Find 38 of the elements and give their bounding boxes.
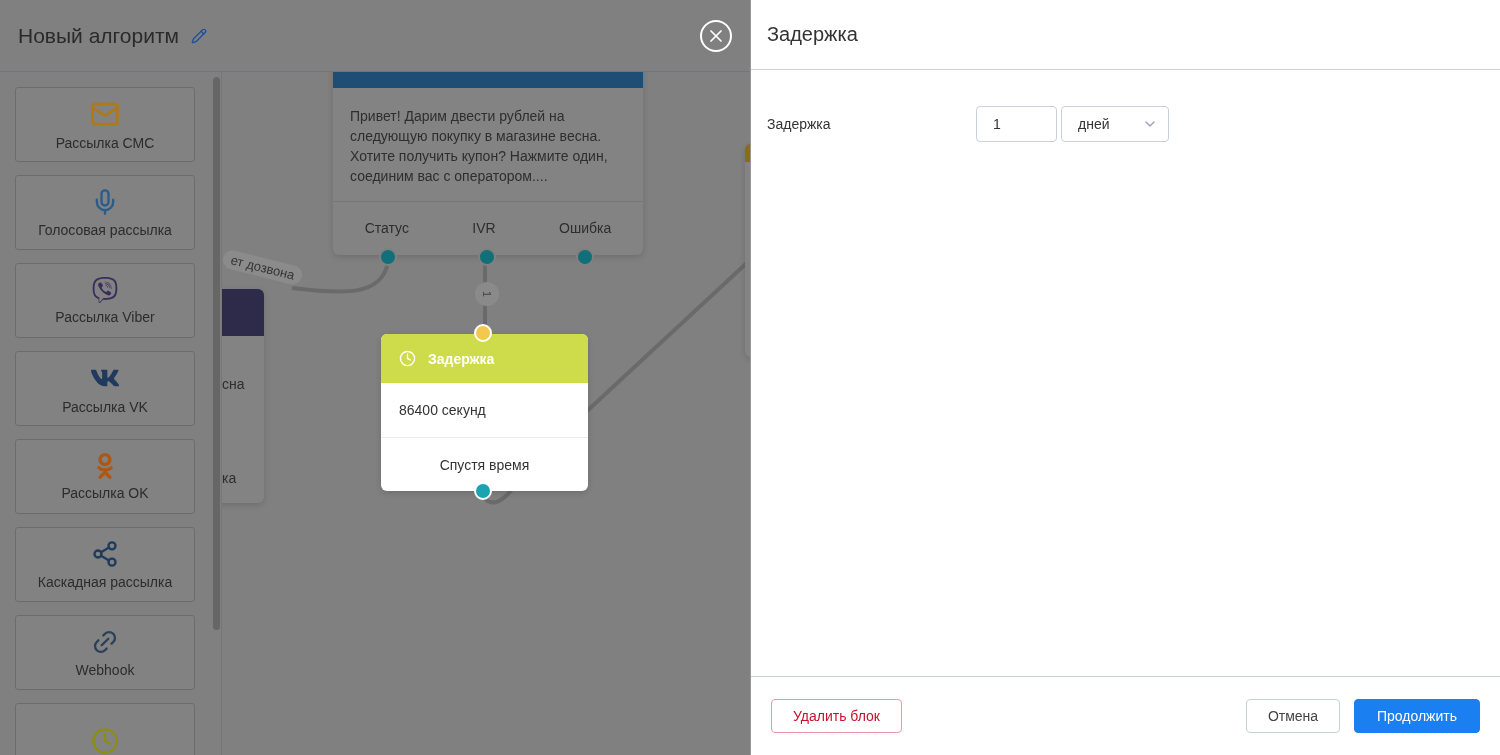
output-label: IVR (472, 220, 496, 236)
palette-item[interactable]: Webhook (15, 615, 195, 690)
delay-value: 86400 секунд (381, 383, 588, 438)
message-text: Привет! Дарим двести рублей на следующую покупку в магазине весна. Хотите получить купон? Нажмите один, соединим вас с оператором.... (333, 88, 643, 202)
node-text: ка (222, 470, 237, 486)
node-text: сна (222, 376, 245, 392)
algorithm-title: Новый алгоритм (18, 23, 179, 48)
output-label: Спустя время (438, 456, 531, 475)
scrollbar[interactable] (213, 77, 220, 630)
clock-icon (399, 350, 416, 367)
delete-button[interactable]: Удалить блок (771, 699, 902, 733)
cancel-button[interactable]: Отмена (1246, 699, 1340, 733)
edge-badge: 1 (475, 282, 499, 306)
panel-title: Задержка (767, 23, 858, 46)
node-title: Задержка (428, 350, 495, 367)
field-label: Задержка (767, 115, 832, 134)
palette-item[interactable]: Рассылка VK (15, 351, 195, 426)
unit-dropdown[interactable]: дней (1061, 106, 1169, 142)
palette-item[interactable]: Рассылка СМС (15, 87, 195, 162)
palette-item[interactable]: Каскадная рассылка (15, 527, 195, 602)
share-icon (91, 539, 119, 568)
phone-bubble-icon (92, 276, 118, 303)
delay-node[interactable]: Задержка 86400 секунд Спустя время (381, 334, 588, 491)
node-header (222, 289, 264, 336)
clock-icon (91, 726, 119, 755)
close-button[interactable] (700, 19, 732, 52)
message-node[interactable]: Привет! Дарим двести рублей на следующую покупку в магазине весна. Хотите получить купон? Нажмите один, соединим вас с оператором.... Статус IVR Ошибка (333, 72, 643, 255)
edge-label: ет дозвона (222, 248, 305, 287)
input-port[interactable] (474, 324, 492, 342)
palette-item[interactable]: Рассылка Viber (15, 263, 195, 338)
partial-node[interactable] (222, 289, 264, 503)
continue-button[interactable]: Продолжить (1354, 699, 1480, 733)
delay-amount-field[interactable]: 1 (976, 106, 1057, 142)
palette-item[interactable]: Голосовая рассылка (15, 175, 195, 250)
output-label: Ошибка (559, 220, 612, 236)
palette-item[interactable]: Рассылка OK (15, 439, 195, 514)
edit-icon[interactable] (190, 27, 207, 44)
output-label: Статус (364, 220, 409, 236)
